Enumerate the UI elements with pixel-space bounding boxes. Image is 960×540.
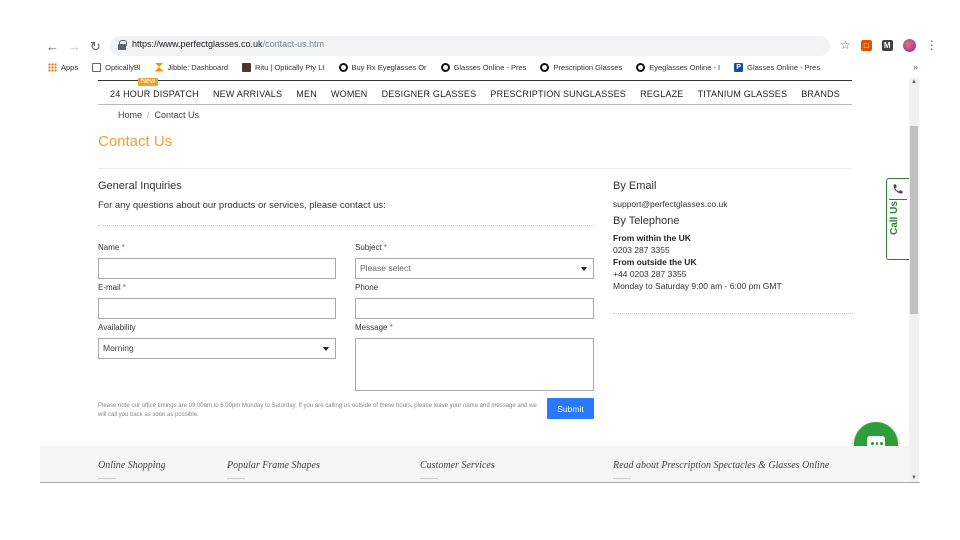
footer-online-shopping: Online Shopping — [98, 460, 166, 471]
lock-icon — [118, 40, 127, 50]
email-field[interactable] — [98, 298, 336, 319]
glasses-logo-icon — [440, 62, 450, 72]
breadcrumb-current: Contact Us — [154, 110, 200, 120]
phone-icon — [893, 184, 903, 194]
chat-dots — [871, 442, 883, 445]
bookmark-item[interactable]: Eyeglasses Online - I — [636, 62, 720, 72]
footer-underline — [613, 478, 631, 479]
phone-field[interactable] — [355, 298, 594, 319]
bookmark-item[interactable]: OpticallyBl — [92, 62, 141, 72]
glasses-logo-icon — [338, 62, 348, 72]
footer-underline — [98, 478, 116, 479]
contact-divider — [613, 313, 853, 314]
nav-reglaze[interactable]: REGLAZE — [640, 84, 683, 104]
contact-info: By Email support@perfectglasses.co.uk By… — [613, 180, 853, 291]
bookmarks-more-button[interactable]: » — [913, 62, 918, 72]
breadcrumb: Home / Contact Us — [118, 110, 200, 120]
apps-grid-icon — [48, 62, 57, 72]
email-label: E-mail * — [98, 283, 127, 292]
page-title: Contact Us — [98, 133, 173, 150]
by-telephone-heading: By Telephone — [613, 215, 680, 227]
by-email-heading: By Email — [613, 180, 657, 192]
footer-underline — [420, 478, 438, 479]
extension-icon[interactable]: □ — [860, 39, 872, 51]
name-field[interactable] — [98, 258, 336, 279]
nav-women[interactable]: WOMEN — [331, 84, 368, 104]
scroll-up-arrow-icon[interactable]: ▲ — [911, 79, 917, 85]
call-us-tab[interactable]: Call Us — [886, 178, 909, 260]
bookmarks-bar: Apps OpticallyBl Jibble: Dashboard Ritu … — [48, 60, 918, 74]
page-scrollbar[interactable]: ▲ ▼ — [909, 78, 919, 482]
nav-top-rule — [98, 80, 852, 81]
footer-underline — [227, 478, 245, 479]
scroll-down-arrow-icon[interactable]: ▼ — [911, 475, 917, 481]
address-bar[interactable]: https://www.perfectglasses.co.uk/contact… — [110, 36, 830, 56]
form-divider — [98, 225, 594, 226]
window-bottom-edge — [40, 482, 920, 483]
nav-bottom-rule — [98, 104, 852, 105]
intl-phone-number[interactable]: +44 0203 287 3355 — [613, 269, 853, 279]
p-logo-icon: P — [734, 62, 744, 72]
reload-icon[interactable]: ↻ — [90, 39, 101, 55]
footer-customer-services: Customer Services — [420, 460, 495, 471]
forward-arrow-icon[interactable]: → — [68, 39, 81, 54]
message-textarea[interactable] — [355, 338, 594, 391]
nav-titanium-glasses[interactable]: TITANIUM GLASSES — [698, 84, 788, 104]
nav-brands[interactable]: BRANDS — [801, 84, 840, 104]
subject-select[interactable]: Please select — [355, 258, 594, 279]
back-arrow-icon[interactable]: ← — [46, 39, 59, 54]
bookmark-star-icon[interactable]: ☆ — [840, 38, 851, 52]
availability-label: Availability — [98, 323, 136, 332]
submit-button[interactable]: Submit — [547, 398, 594, 419]
bookmark-item[interactable]: Buy Rx Eyeglasses Or — [338, 62, 427, 72]
nav-24-hour-dispatch[interactable]: 24 HOUR DISPATCH — [110, 84, 199, 104]
support-email-link[interactable]: support@perfectglasses.co.uk — [613, 199, 853, 209]
message-label: Message * — [355, 323, 393, 332]
nav-new-arrivals[interactable]: NEW ARRIVALS — [213, 84, 282, 104]
general-inquiries-heading: General Inquiries — [98, 180, 182, 192]
chevron-down-icon — [323, 347, 329, 351]
footer-popular-frame-shapes: Popular Frame Shapes — [227, 460, 320, 471]
bookmark-item[interactable]: P Glasses Online - Pres — [734, 62, 820, 72]
bookmark-item[interactable]: Glasses Online - Pres — [440, 62, 526, 72]
opening-hours: Monday to Saturday 9:00 am - 6:00 pm GMT — [613, 281, 782, 291]
bookmark-item[interactable]: Ritu | Optically Pty Lt — [242, 62, 325, 72]
menu-kebab-icon[interactable]: ⋮ — [926, 39, 938, 51]
scroll-thumb[interactable] — [910, 126, 918, 314]
glasses-logo-icon — [540, 62, 550, 72]
nav-prescription-sunglasses[interactable]: PRESCRIPTION SUNGLASSES — [490, 84, 626, 104]
bookmark-apps[interactable]: Apps — [48, 62, 78, 72]
intl-label: From outside the UK — [613, 257, 697, 267]
main-navigation: 24 HOUR DISPATCH NEW ARRIVALS MEN WOMEN … — [98, 84, 852, 104]
bookmark-item[interactable]: Jibble: Dashboard — [154, 62, 228, 72]
hourglass-icon — [154, 62, 164, 72]
general-inquiries-subtitle: For any questions about our products or … — [98, 200, 386, 211]
uk-phone-number[interactable]: 0203 287 3355 — [613, 245, 853, 255]
url-text: https://www.perfectglasses.co.uk/contact… — [132, 39, 325, 49]
glasses-logo-icon — [636, 62, 646, 72]
browser-toolbar: ← → ↻ https://www.perfectglasses.co.uk/c… — [40, 36, 938, 56]
bookmark-item[interactable]: Prescription Glasses — [540, 62, 622, 72]
breadcrumb-home[interactable]: Home — [118, 110, 142, 120]
document-icon — [92, 62, 102, 72]
availability-select[interactable]: Morning — [98, 338, 336, 359]
extension-m-icon[interactable]: M — [881, 39, 893, 51]
extension-area: ☆ □ M ⋮ — [840, 38, 938, 52]
chevron-down-icon — [581, 267, 587, 271]
phone-label: Phone — [355, 283, 379, 292]
profile-avatar[interactable] — [902, 38, 916, 52]
name-label: Name * — [98, 243, 125, 252]
nav-designer-glasses[interactable]: DESIGNER GLASSES — [382, 84, 477, 104]
call-us-label: Call Us — [889, 201, 900, 235]
subject-label: Subject * — [355, 243, 388, 252]
uk-label: From within the UK — [613, 233, 691, 243]
nav-men[interactable]: MEN — [296, 84, 317, 104]
footer-read-about: Read about Prescription Spectacles & Gla… — [613, 460, 830, 471]
square-logo-icon — [242, 62, 252, 72]
office-hours-note: Please note our office timings are 09:00… — [98, 403, 537, 418]
title-divider — [98, 168, 852, 169]
